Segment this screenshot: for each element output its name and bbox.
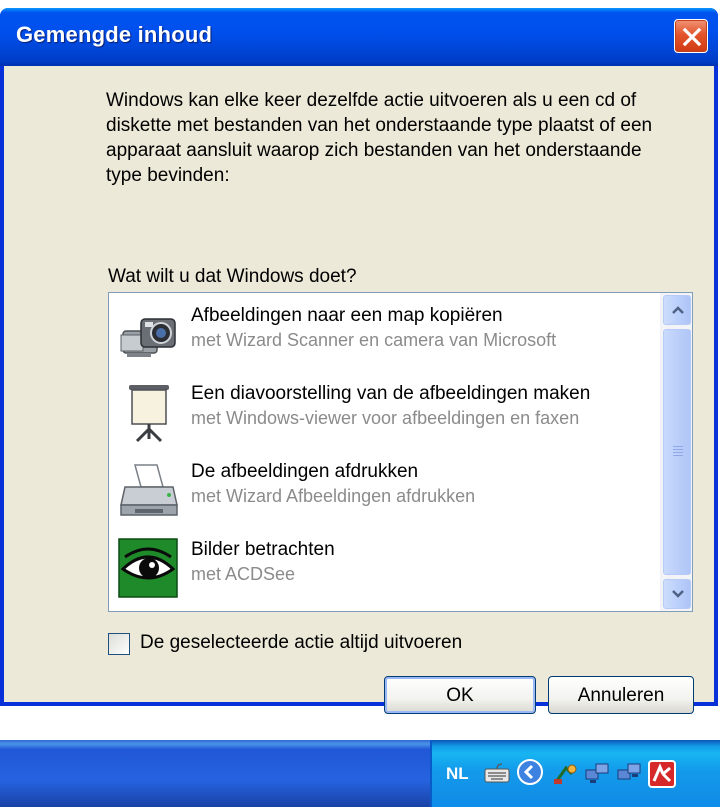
action-title: Afbeeldingen naar een map kopiëren [191, 305, 503, 326]
scroll-thumb[interactable] [663, 329, 691, 575]
keyboard-icon[interactable] [484, 762, 510, 784]
action-title: Een diavoorstelling van de afbeeldingen … [191, 383, 591, 404]
action-title: De afbeeldingen afdrukken [191, 461, 419, 482]
dialog-window: Gemengde inhoud Windows kan elke keer de… [0, 8, 718, 714]
action-item-view[interactable]: Bilder betrachten met ACDSee [115, 529, 655, 605]
system-tray: NL [430, 740, 720, 807]
action-title: Bilder betrachten [191, 539, 335, 560]
antivirus-icon[interactable] [648, 760, 676, 788]
grip-line [673, 446, 683, 447]
close-button[interactable] [674, 19, 708, 53]
always-run-checkbox[interactable] [108, 633, 130, 655]
cancel-button[interactable]: Annuleren [548, 676, 694, 714]
grip-line [673, 455, 683, 456]
action-subtitle: met ACDSee [191, 564, 296, 584]
show-hidden-icons-button[interactable] [516, 758, 544, 786]
close-x-icon [682, 27, 702, 47]
always-run-label: De geselecteerde actie altijd uitvoeren [140, 632, 463, 653]
action-subtitle: met Wizard Afbeeldingen afdrukken [191, 486, 476, 506]
scroll-up-button[interactable] [663, 295, 691, 325]
grip-line [673, 449, 683, 450]
title-bar[interactable]: Gemengde inhoud [0, 8, 718, 66]
printer-icon [120, 464, 178, 516]
grip-line [673, 452, 683, 453]
eye-icon [118, 538, 178, 598]
action-item-copy-images[interactable]: Afbeeldingen naar een map kopiëren met W… [115, 295, 655, 371]
scroll-down-button[interactable] [663, 579, 691, 609]
language-indicator[interactable]: NL [446, 764, 469, 784]
action-subtitle: met Windows-viewer voor afbeeldingen en … [191, 408, 580, 428]
ok-button[interactable]: OK [384, 676, 536, 714]
camera-icon [120, 318, 176, 357]
dialog-content: Windows kan elke keer dezelfde actie uit… [4, 66, 714, 714]
action-list[interactable]: Afbeeldingen naar een map kopiëren met W… [108, 292, 693, 612]
action-item-print[interactable]: De afbeeldingen afdrukken met Wizard Afb… [115, 451, 655, 527]
chevron-up-icon [672, 306, 684, 314]
window-title: Gemengde inhoud [16, 22, 213, 47]
list-scrollbar[interactable] [660, 293, 692, 611]
network-connection-icon-2[interactable] [616, 762, 644, 786]
projector-screen-icon [129, 385, 169, 443]
action-subtitle: met Wizard Scanner en camera van Microso… [191, 330, 557, 350]
taskbar: NL [0, 740, 720, 807]
network-connection-icon[interactable] [584, 762, 612, 786]
description-text: Windows kan elke keer dezelfde actie uit… [106, 90, 653, 186]
network-tool-icon[interactable] [552, 762, 578, 786]
action-item-slideshow[interactable]: Een diavoorstelling van de afbeeldingen … [115, 373, 655, 449]
question-label: Wat wilt u dat Windows doet? [108, 266, 357, 287]
chevron-down-icon [672, 590, 684, 598]
